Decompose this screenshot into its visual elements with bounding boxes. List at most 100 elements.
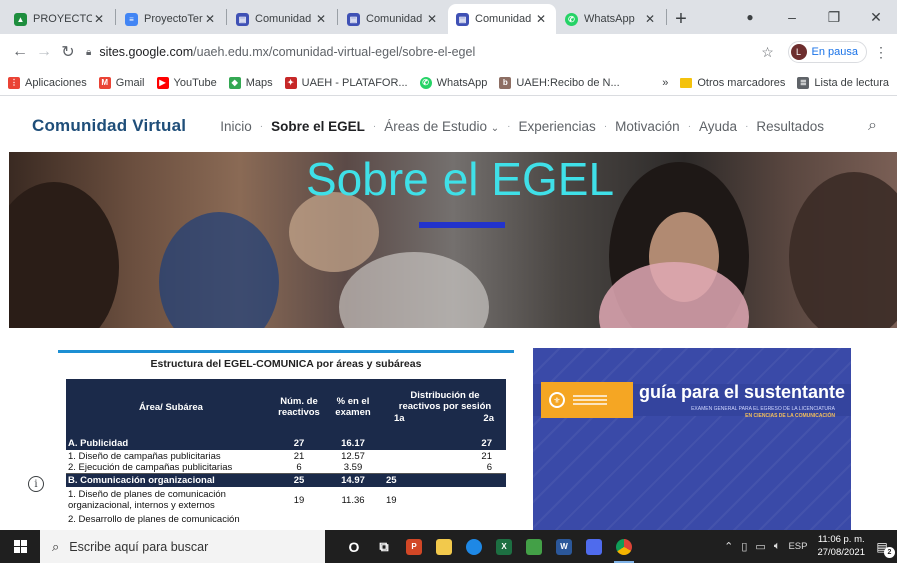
taskbar-apps: O ⧉ P X W bbox=[339, 530, 639, 563]
gmail-icon: M bbox=[98, 76, 111, 89]
bookmark-maps[interactable]: ◆ Maps bbox=[228, 76, 273, 89]
notifications-icon[interactable]: ▤ 2 bbox=[873, 539, 895, 558]
powerpoint-icon[interactable]: P bbox=[399, 530, 429, 563]
tab-title: PROYECTO TE bbox=[33, 13, 92, 25]
clock[interactable]: 11:06 p. m. 27/08/2021 bbox=[817, 534, 865, 559]
app-tile bbox=[526, 538, 542, 555]
other-bookmarks-folder[interactable]: Otros marcadores bbox=[680, 77, 785, 89]
start-button[interactable] bbox=[0, 540, 40, 553]
url-path: /uaeh.edu.mx/comunidad-virtual-egel/sobr… bbox=[193, 45, 476, 59]
nav-experiencias[interactable]: Experiencias bbox=[519, 119, 596, 134]
cell-num: 21 bbox=[293, 450, 305, 462]
cell-area: A. Publicidad bbox=[68, 438, 129, 449]
chevron-up-icon[interactable]: ⌃ bbox=[724, 540, 733, 553]
volume-icon[interactable]: 🔈︎ bbox=[774, 540, 781, 553]
tab-separator bbox=[666, 9, 667, 25]
forward-arrow-icon[interactable]: → bbox=[32, 43, 56, 61]
tab-title: Comunidad V bbox=[475, 13, 534, 25]
cell-area: 1. Diseño de planes de comunicación orga… bbox=[68, 488, 226, 511]
bookmark-label: YouTube bbox=[173, 76, 217, 89]
browser-tab-active[interactable]: ▤ Comunidad V ✕ bbox=[448, 4, 556, 34]
nav-ayuda[interactable]: Ayuda bbox=[699, 119, 737, 134]
bookmark-apps[interactable]: ⋮ Aplicaciones bbox=[8, 76, 87, 89]
back-arrow-icon[interactable]: ← bbox=[8, 43, 32, 61]
window-controls: ● – ❐ ✕ bbox=[729, 0, 897, 34]
other-bookmarks-label: Otros marcadores bbox=[697, 76, 786, 89]
tab-title: WhatsApp bbox=[584, 13, 635, 25]
whatsapp-icon: ✆ bbox=[419, 76, 432, 89]
close-tab-icon[interactable]: ✕ bbox=[314, 12, 328, 26]
cell-num: 27 bbox=[293, 438, 305, 449]
task-view-icon[interactable]: ⧉ bbox=[369, 530, 399, 563]
address-bar[interactable]: 🔒︎ sites.google.com/uaeh.edu.mx/comunida… bbox=[86, 39, 746, 65]
bookmark-youtube[interactable]: ▶ YouTube bbox=[156, 76, 217, 89]
nav-sobre-el-egel[interactable]: Sobre el EGEL bbox=[271, 119, 365, 134]
tab-title: Comunidad V bbox=[366, 13, 425, 25]
close-tab-icon[interactable]: ✕ bbox=[534, 12, 548, 26]
reading-list-button[interactable]: ≣ Lista de lectura bbox=[797, 76, 889, 89]
bookmark-uaeh-recibo[interactable]: b UAEH:Recibo de N... bbox=[499, 76, 620, 89]
site-title[interactable]: Comunidad Virtual bbox=[32, 116, 186, 136]
browser-tab[interactable]: ▤ Comunidad V ✕ bbox=[339, 4, 447, 34]
header-distribution: Distribución de reactivos por sesión 1a … bbox=[384, 379, 506, 437]
more-bookmarks-chevron[interactable]: » bbox=[662, 77, 668, 89]
word-icon[interactable]: W bbox=[549, 530, 579, 563]
sites-icon: ▤ bbox=[456, 12, 469, 26]
cell-s2: 27 bbox=[481, 438, 492, 449]
hero-photo-shape bbox=[159, 212, 279, 328]
cortana-icon[interactable]: O bbox=[339, 530, 369, 563]
browser-tab[interactable]: ▲ PROYECTO TE ✕ bbox=[6, 4, 114, 34]
profile-button[interactable]: L En pausa bbox=[787, 41, 867, 63]
tab-title: Comunidad v bbox=[255, 13, 314, 25]
battery-icon[interactable]: ▯ bbox=[741, 540, 747, 553]
bookmark-gmail[interactable]: M Gmail bbox=[98, 76, 145, 89]
chrome-icon[interactable] bbox=[609, 530, 639, 563]
teams-icon[interactable] bbox=[579, 530, 609, 563]
nav-motivacion[interactable]: Motivación bbox=[615, 119, 680, 134]
taskbar-search[interactable]: ⌕ Escribe aquí para buscar bbox=[40, 530, 325, 563]
browser-menu-icon[interactable]: ⋮ bbox=[873, 44, 889, 61]
language-indicator[interactable]: ESP bbox=[788, 541, 807, 552]
search-icon[interactable]: ⌕ bbox=[868, 117, 877, 135]
close-tab-icon[interactable]: ✕ bbox=[203, 12, 217, 26]
site-nav: Inicio · Sobre el EGEL · Áreas de Estudi… bbox=[220, 119, 858, 134]
browser-app-icon[interactable] bbox=[459, 530, 489, 563]
bookmark-whatsapp[interactable]: ✆ WhatsApp bbox=[419, 76, 487, 89]
file-explorer-icon[interactable] bbox=[429, 530, 459, 563]
cell-pct: 16.17 bbox=[341, 438, 365, 449]
guia-sustentante-image[interactable]: ⚜ guía para el sustentante EXAMEN GENERA… bbox=[533, 348, 851, 530]
bookmarks-bar: ⋮ Aplicaciones M Gmail ▶ YouTube ◆ Maps … bbox=[0, 70, 897, 96]
whatsapp-icon: ✆ bbox=[565, 12, 578, 26]
bookmark-star-icon[interactable]: ☆ bbox=[756, 44, 780, 61]
nav-resultados[interactable]: Resultados bbox=[756, 119, 824, 134]
browser-tab[interactable]: ≡ ProyectoTerm ✕ bbox=[117, 4, 225, 34]
maximize-icon[interactable]: ❐ bbox=[813, 9, 855, 26]
bookmark-uaeh-plataforma[interactable]: ✦ UAEH - PLATAFOR... bbox=[284, 76, 408, 89]
browser-tab[interactable]: ▤ Comunidad v ✕ bbox=[228, 4, 336, 34]
info-icon[interactable]: i bbox=[28, 476, 44, 492]
youtube-icon: ▶ bbox=[156, 76, 169, 89]
reload-icon[interactable]: ↻ bbox=[56, 42, 80, 62]
app-tile bbox=[586, 538, 602, 555]
nav-areas-de-estudio[interactable]: Áreas de Estudio ⌄ bbox=[384, 119, 499, 134]
close-tab-icon[interactable]: ✕ bbox=[92, 12, 106, 26]
system-tray: ⌃ ▯ ▭ 🔈︎ ESP 11:06 p. m. 27/08/2021 ▤ 2 bbox=[720, 534, 897, 559]
close-window-icon[interactable]: ✕ bbox=[855, 9, 897, 26]
close-tab-icon[interactable]: ✕ bbox=[425, 12, 439, 26]
chrome-menu-dot-icon[interactable]: ● bbox=[729, 10, 771, 24]
cell-area: 2. Desarrollo de planes de comunicación bbox=[68, 513, 240, 525]
browser-tab[interactable]: ✆ WhatsApp ✕ bbox=[557, 4, 665, 34]
profile-status: En pausa bbox=[811, 46, 858, 58]
network-icon[interactable]: ▭ bbox=[755, 540, 765, 553]
uaeh-recibo-icon: b bbox=[499, 76, 512, 89]
nav-separator: · bbox=[507, 120, 511, 132]
excel-icon[interactable]: X bbox=[489, 530, 519, 563]
nav-inicio[interactable]: Inicio bbox=[220, 119, 252, 134]
minimize-icon[interactable]: – bbox=[771, 9, 813, 25]
green-app-icon[interactable] bbox=[519, 530, 549, 563]
new-tab-button[interactable]: + bbox=[668, 4, 694, 34]
close-tab-icon[interactable]: ✕ bbox=[643, 12, 657, 26]
app-glyph: ⧉ bbox=[379, 538, 389, 554]
drive-icon: ▲ bbox=[14, 12, 27, 26]
hero-banner: Sobre el EGEL bbox=[9, 152, 897, 328]
